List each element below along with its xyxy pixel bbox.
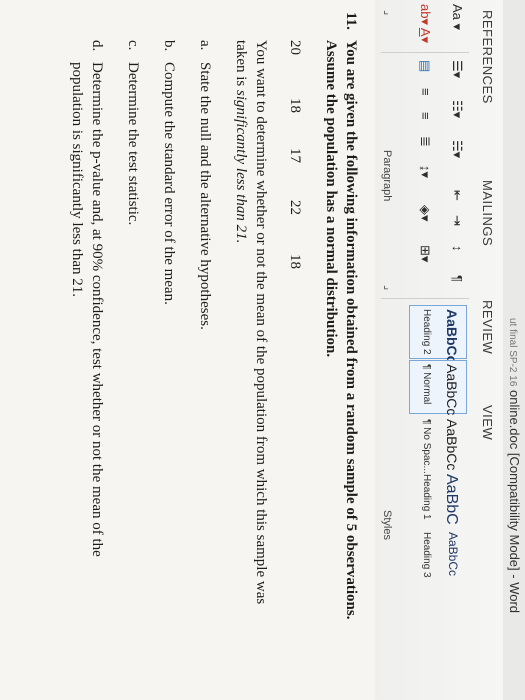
shading-button[interactable]: ◈▾: [417, 205, 433, 222]
show-formatting-button[interactable]: ¶: [450, 275, 465, 282]
multilevel-list-button[interactable]: ☵▾: [449, 140, 465, 158]
question-intro-line-2: Assume the population has a normal distr…: [323, 40, 339, 358]
title-bar: ut final SP-2 16 online.doc [Compatibili…: [503, 0, 525, 700]
align-left-button[interactable]: ▤: [417, 60, 433, 72]
paint-bucket-icon: ◈▾: [418, 205, 433, 222]
style-sample: AaBbC: [443, 474, 460, 525]
borders-icon: ⊞▾: [418, 245, 433, 263]
pilcrow-icon: ¶: [450, 275, 465, 282]
part-letter: d.: [89, 40, 105, 52]
style-name: ¶ Normal: [421, 364, 432, 405]
tab-references[interactable]: REFERENCES: [480, 10, 495, 104]
numbering-button[interactable]: ☷▾: [449, 100, 465, 118]
part-d-text-line-2: population is significantly less than 21…: [69, 62, 85, 297]
line-spacing-icon: ↨▾: [418, 165, 433, 179]
font-dialog-launcher[interactable]: ⌟: [382, 10, 395, 15]
justify-button[interactable]: ≣: [417, 136, 433, 147]
align-left-icon: ▤: [418, 60, 433, 73]
justify-icon: ≣: [418, 136, 433, 147]
task-line-1: You want to determine whether or not the…: [253, 40, 269, 605]
align-right-button[interactable]: ≡: [418, 112, 433, 120]
group-divider: [381, 52, 469, 53]
title-prefix: ut final SP-2 16: [507, 318, 518, 387]
style-name: Heading 2: [421, 309, 432, 355]
task-line-2-italic: significantly less than 21.: [233, 90, 249, 244]
style-sample: AaBbCcI: [444, 309, 460, 368]
bullets-icon: ☰▾: [450, 60, 465, 79]
observation-value: 20: [287, 40, 303, 55]
ribbon: ut final SP-2 16 online.doc [Compatibili…: [374, 0, 525, 700]
style-name: ¶ No Spac...: [421, 419, 432, 474]
style-sample: AaBbCc: [444, 364, 460, 416]
observation-value: 17: [287, 148, 303, 163]
align-right-icon: ≡: [418, 112, 433, 120]
decrease-indent-icon: ⇤: [450, 190, 465, 201]
bullets-button[interactable]: ☰▾: [449, 60, 465, 78]
part-b-text: Compute the standard error of the mean.: [161, 62, 177, 305]
tab-mailings[interactable]: MAILINGS: [480, 180, 495, 246]
style-heading-2[interactable]: AaBbCcI Heading 2: [409, 305, 467, 367]
numbering-icon: ☷▾: [450, 100, 465, 119]
part-letter: a.: [197, 40, 213, 51]
styles-group-label: Styles: [381, 510, 393, 540]
decrease-indent-button[interactable]: ⇤: [449, 190, 465, 201]
task-line-2-plain: taken is: [233, 40, 249, 90]
font-color-button[interactable]: ab▾ A▾: [417, 4, 433, 43]
style-sample: AaBbCc: [446, 532, 460, 577]
tab-view[interactable]: VIEW: [480, 405, 495, 440]
multilevel-list-icon: ☵▾: [450, 140, 465, 159]
observation-value: 22: [287, 200, 303, 215]
part-c-text: Determine the test statistic.: [125, 62, 141, 226]
ribbon-tabs: REFERENCES MAILINGS REVIEW VIEW: [473, 0, 503, 700]
style-no-spacing[interactable]: AaBbCc ¶ No Spac...: [409, 415, 467, 474]
increase-indent-icon: ⇥: [450, 215, 465, 226]
style-name: Heading 3: [421, 532, 432, 578]
sort-icon: ↕: [450, 245, 465, 252]
tab-review[interactable]: REVIEW: [480, 300, 495, 354]
group-divider: [381, 298, 469, 299]
style-heading-3[interactable]: AaBbCc Heading 3: [409, 528, 467, 582]
window-title: ut final SP-2 16 online.doc [Compatibili…: [507, 318, 522, 613]
line-spacing-button[interactable]: ↨▾: [417, 165, 433, 178]
borders-button[interactable]: ⊞▾: [417, 245, 433, 262]
style-sample: AaBbCc: [444, 419, 460, 471]
style-heading-1[interactable]: AaBbC Heading 1: [409, 470, 467, 525]
question-number: 11.: [343, 12, 359, 30]
align-center-icon: ≡: [418, 88, 433, 96]
change-case-label: Aa: [450, 4, 465, 20]
observation-value: 18: [287, 98, 303, 113]
observation-value: 18: [287, 254, 303, 269]
sort-button[interactable]: ↕: [450, 245, 465, 252]
part-letter: c.: [125, 40, 141, 51]
style-name: Heading 1: [421, 474, 432, 520]
align-center-button[interactable]: ≡: [418, 88, 433, 96]
title-main: online.doc [Compatibility Mode] - Word: [507, 390, 522, 614]
style-normal[interactable]: AaBbCc ¶ Normal: [409, 360, 467, 416]
task-line-2: taken is significantly less than 21.: [232, 40, 249, 243]
part-a-text: State the null and the alternative hypot…: [197, 62, 213, 330]
part-letter: b.: [161, 40, 177, 52]
paragraph-group-label: Paragraph: [381, 150, 393, 202]
font-color-icon: ab▾ A▾: [418, 4, 433, 44]
paragraph-dialog-launcher[interactable]: ⌟: [382, 285, 395, 290]
increase-indent-button[interactable]: ⇥: [449, 215, 465, 226]
document-page[interactable]: 11. You are given the following informat…: [0, 0, 375, 700]
question-intro-line-1: You are given the following information …: [343, 40, 359, 620]
change-case-button[interactable]: Aa ▾: [449, 4, 465, 30]
part-d-text: Determine the p-value and, at 90% confid…: [89, 62, 105, 557]
word-window: ut final SP-2 16 online.doc [Compatibili…: [0, 0, 525, 700]
